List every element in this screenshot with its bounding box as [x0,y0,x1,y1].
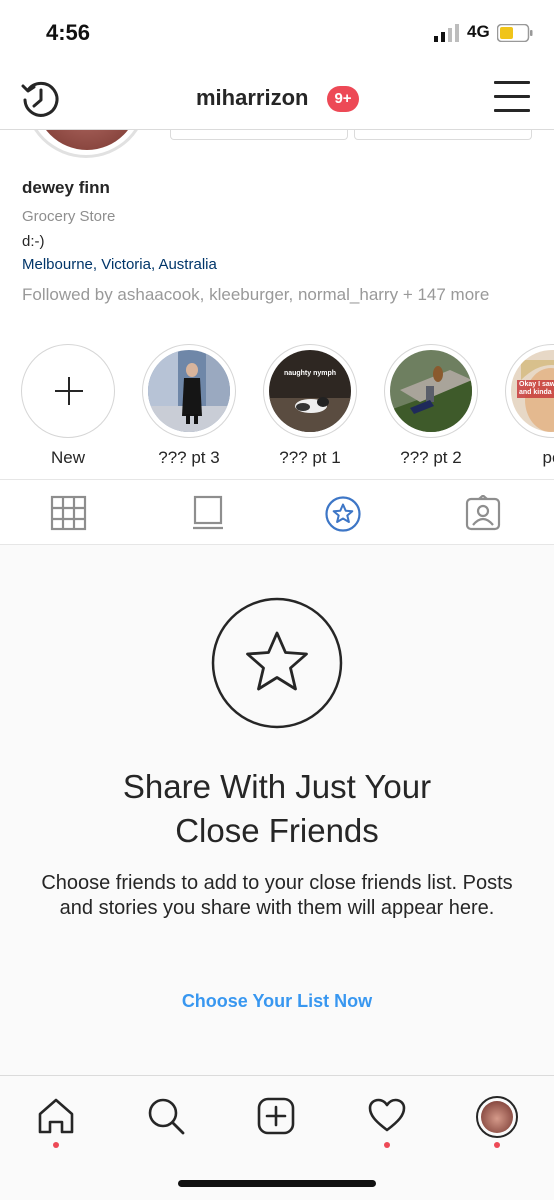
home-icon[interactable] [34,1094,78,1138]
highlight-cover-image [390,350,472,432]
followed-by-text[interactable]: Followed by ashaacook, kleeburger, norma… [22,283,522,307]
empty-state-title-line: Close Friends [175,812,379,849]
grid-icon [50,495,87,531]
archive-history-icon[interactable] [20,78,62,120]
empty-state-title-line: Share With Just Your [122,768,432,805]
highlight-cover-image: Okay I saw do this and kinda enter [511,350,554,432]
star-icon [211,597,343,729]
highlight-cover-image: naughty nymph [269,350,351,432]
profile-header-bar: miharrizon 9+ [0,66,554,130]
menu-hamburger-icon[interactable] [494,81,530,115]
highlight-item[interactable]: naughty nymph ??? pt 1 [260,344,360,468]
battery-icon [497,24,533,42]
highlight-new[interactable]: New [18,344,118,468]
tagged-icon [465,495,501,531]
story-highlights: New ??? pt 3 naughty nymph ??? pt 1 ??? … [0,344,554,470]
tab-grid[interactable] [0,480,138,546]
status-bar: 4:56 4G [0,0,554,66]
tab-tagged[interactable] [414,480,552,546]
search-icon[interactable] [144,1094,188,1138]
tab-feed[interactable] [138,480,276,546]
highlight-cover-image [148,350,230,432]
empty-state-description: Choose friends to add to your close frie… [41,872,513,919]
highlight-item[interactable]: ??? pt 3 [139,344,239,468]
network-label: 4G [467,22,490,41]
choose-list-link[interactable]: Choose Your List Now [0,991,554,1012]
profile-name: dewey finn [22,178,110,197]
avatar [481,1101,513,1133]
highlight-label: ??? pt 3 [158,448,220,467]
tab-close-friends[interactable] [276,480,414,546]
new-post-icon[interactable] [254,1094,298,1138]
highlight-label: ??? pt 1 [279,448,341,467]
profile-username[interactable]: miharrizon [196,85,308,111]
home-activity-dot [53,1142,59,1148]
close-friends-empty-state: Share With Just Your Close Friends Choos… [0,545,554,1075]
highlight-cover-caption: naughty nymph [283,370,337,377]
highlight-label: ??? pt 2 [400,448,462,467]
profile-tab-avatar[interactable] [476,1096,518,1138]
activity-heart-icon[interactable] [365,1094,409,1138]
profile-bio: dewey finn Grocery Store d:-) Melbourne,… [22,178,542,304]
feed-icon [193,495,223,530]
activity-notification-dot [384,1142,390,1148]
close-friends-star-icon [325,496,361,532]
highlight-cover-caption: Okay I saw do this and kinda enter [517,380,554,398]
profile-category: Grocery Store [22,208,116,225]
highlight-item[interactable]: ??? pt 2 [381,344,481,468]
add-highlight-icon[interactable] [21,344,115,438]
highlight-label: po [542,448,554,467]
highlight-item[interactable]: Okay I saw do this and kinda enter po [502,344,554,468]
highlight-label: New [50,448,85,467]
notification-badge[interactable]: 9+ [327,86,359,112]
empty-state-title: Share With Just Your Close Friends [0,765,554,853]
signal-icon [434,24,459,42]
profile-notification-dot [494,1142,500,1148]
profile-bio-text: d:-) [22,233,45,250]
status-time: 4:56 [46,20,91,45]
profile-location-link[interactable]: Melbourne, Victoria, Australia [22,256,217,273]
home-indicator [178,1180,376,1187]
profile-tabs [0,479,554,545]
